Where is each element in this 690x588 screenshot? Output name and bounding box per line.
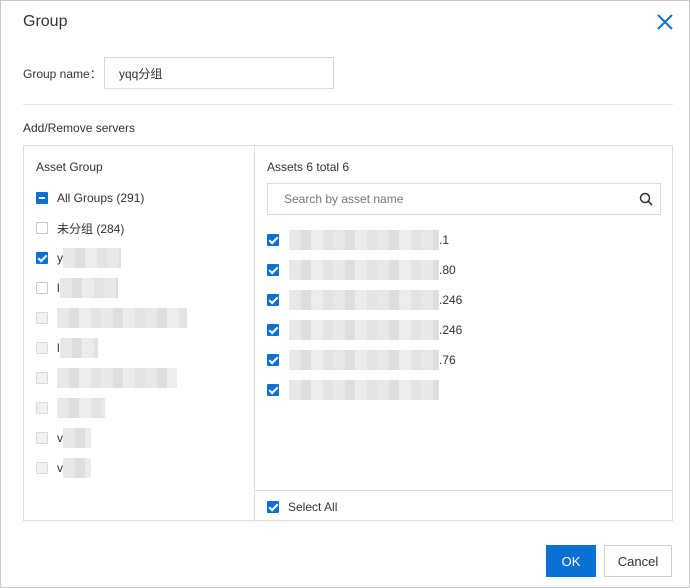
asset-group-item[interactable]: All Groups (291) [36, 188, 144, 208]
asset-group-title: Asset Group [36, 160, 103, 174]
asset-checkbox[interactable] [267, 354, 279, 366]
asset-name-suffix: .76 [439, 353, 456, 367]
asset-group-checkbox [36, 462, 48, 474]
select-all-row[interactable]: Select All [267, 497, 337, 517]
asset-name-suffix: .246 [439, 293, 463, 307]
section-label: Add/Remove servers [23, 121, 136, 135]
redacted-text [289, 320, 439, 340]
asset-item[interactable]: .1 [267, 230, 449, 250]
asset-item[interactable]: .246 [267, 290, 462, 310]
asset-group-item[interactable]: v [36, 458, 91, 478]
redacted-text [289, 230, 439, 250]
redacted-text [63, 458, 91, 478]
asset-group-item[interactable]: l [36, 278, 118, 298]
assets-footer: Select All [255, 490, 672, 520]
redacted-text [63, 248, 121, 268]
asset-group-checkbox [36, 402, 48, 414]
asset-group-item[interactable]: v [36, 428, 91, 448]
ok-button[interactable]: OK [546, 545, 596, 577]
redacted-text [57, 308, 187, 328]
select-all-label: Select All [288, 500, 338, 514]
asset-name-suffix: .1 [439, 233, 450, 247]
asset-group-label: All Groups (291) [57, 191, 145, 205]
redacted-text [63, 428, 91, 448]
asset-name-suffix: .80 [439, 263, 456, 277]
divider [23, 104, 673, 105]
asset-group-item[interactable] [36, 368, 177, 388]
asset-search-input[interactable] [268, 184, 628, 214]
asset-group-checkbox[interactable] [36, 282, 48, 294]
search-icon[interactable] [639, 192, 653, 206]
asset-group-checkbox [36, 372, 48, 384]
asset-group-item[interactable]: 未分组 (284) [36, 218, 124, 238]
asset-checkbox[interactable] [267, 264, 279, 276]
asset-item[interactable]: .80 [267, 260, 456, 280]
assets-title: Assets 6 total 6 [267, 160, 350, 174]
transfer-panel: Asset Group All Groups (291) 未分组 (284) y l l… [23, 145, 673, 521]
redacted-text [59, 278, 118, 298]
asset-group-checkbox [36, 342, 48, 354]
asset-name-suffix: .246 [439, 323, 463, 337]
asset-group-item[interactable]: l [36, 338, 98, 358]
asset-checkbox[interactable] [267, 234, 279, 246]
asset-group-item[interactable] [36, 398, 105, 418]
assets-panel: Assets 6 total 6 .1 .80 .246 .246 .76 Select… [254, 146, 672, 520]
asset-checkbox[interactable] [267, 294, 279, 306]
asset-item[interactable]: .76 [267, 350, 456, 370]
asset-group-checkbox[interactable] [36, 252, 48, 264]
asset-group-checkbox [36, 432, 48, 444]
asset-group-checkbox [36, 312, 48, 324]
cancel-button[interactable]: Cancel [604, 545, 672, 577]
asset-group-label: 未分组 (284) [57, 221, 125, 236]
redacted-text [289, 350, 439, 370]
asset-search [267, 183, 661, 215]
asset-item[interactable] [267, 380, 439, 400]
dialog-title: Group [23, 13, 68, 30]
asset-item[interactable]: .246 [267, 320, 462, 340]
redacted-text [57, 398, 105, 418]
group-name-label: Group name： [23, 67, 102, 81]
close-icon[interactable] [655, 12, 675, 32]
asset-group-checkbox[interactable] [36, 222, 48, 234]
asset-group-item[interactable] [36, 308, 187, 328]
redacted-text [59, 338, 98, 358]
redacted-text [289, 290, 439, 310]
redacted-text [289, 380, 439, 400]
group-dialog: Group Group name： Add/Remove servers Ass… [0, 0, 690, 588]
group-name-input[interactable] [104, 57, 334, 89]
asset-group-item[interactable]: y [36, 248, 121, 268]
redacted-text [289, 260, 439, 280]
select-all-checkbox[interactable] [267, 501, 279, 513]
redacted-text [57, 368, 177, 388]
asset-group-panel: Asset Group All Groups (291) 未分组 (284) y l l… [24, 146, 254, 520]
asset-group-checkbox[interactable] [36, 192, 48, 204]
asset-checkbox[interactable] [267, 384, 279, 396]
asset-checkbox[interactable] [267, 324, 279, 336]
